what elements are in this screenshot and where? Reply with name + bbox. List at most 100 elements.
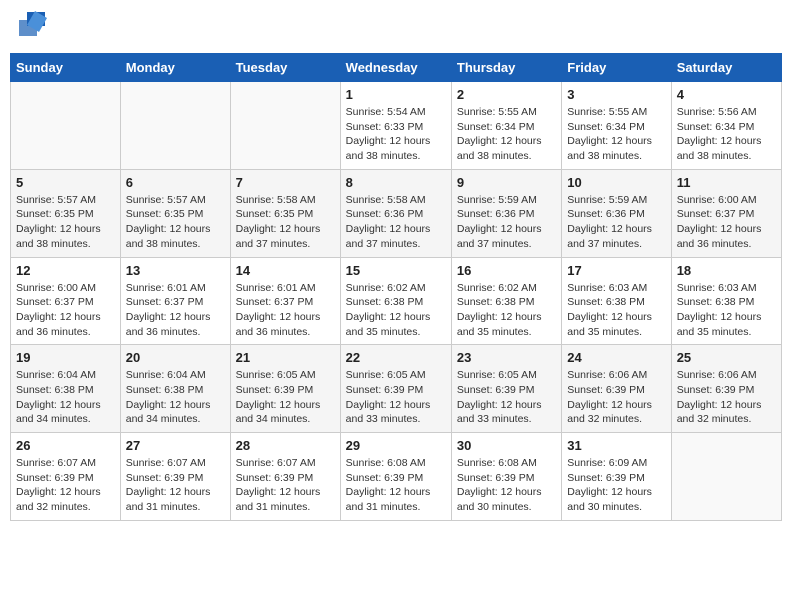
day-number: 21 <box>236 350 335 365</box>
calendar-cell: 3 Sunrise: 5:55 AM Sunset: 6:34 PM Daylig… <box>562 82 671 170</box>
logo <box>15 10 47 43</box>
day-info: Sunrise: 5:59 AM Sunset: 6:36 PM Dayligh… <box>457 193 556 252</box>
calendar-cell: 27 Sunrise: 6:07 AM Sunset: 6:39 PM Dayli… <box>120 433 230 521</box>
weekday-header-saturday: Saturday <box>671 54 781 82</box>
calendar-cell: 16 Sunrise: 6:02 AM Sunset: 6:38 PM Dayli… <box>451 257 561 345</box>
calendar-cell: 6 Sunrise: 5:57 AM Sunset: 6:35 PM Daylig… <box>120 169 230 257</box>
day-number: 29 <box>346 438 446 453</box>
day-number: 11 <box>677 175 776 190</box>
day-number: 19 <box>16 350 115 365</box>
day-info: Sunrise: 6:05 AM Sunset: 6:39 PM Dayligh… <box>457 368 556 427</box>
day-info: Sunrise: 6:02 AM Sunset: 6:38 PM Dayligh… <box>457 281 556 340</box>
day-number: 10 <box>567 175 665 190</box>
day-info: Sunrise: 6:00 AM Sunset: 6:37 PM Dayligh… <box>16 281 115 340</box>
calendar-cell: 29 Sunrise: 6:08 AM Sunset: 6:39 PM Dayli… <box>340 433 451 521</box>
day-number: 6 <box>126 175 225 190</box>
day-number: 17 <box>567 263 665 278</box>
calendar-cell: 14Sunrise: 6:01 AM Sunset: 6:37 PM Dayli… <box>230 257 340 345</box>
day-info: Sunrise: 6:03 AM Sunset: 6:38 PM Dayligh… <box>567 281 665 340</box>
day-number: 23 <box>457 350 556 365</box>
calendar-cell: 13Sunrise: 6:01 AM Sunset: 6:37 PM Dayli… <box>120 257 230 345</box>
day-number: 7 <box>236 175 335 190</box>
day-number: 26 <box>16 438 115 453</box>
calendar-cell: 24 Sunrise: 6:06 AM Sunset: 6:39 PM Dayli… <box>562 345 671 433</box>
calendar-cell: 1Sunrise: 5:54 AM Sunset: 6:33 PM Daylig… <box>340 82 451 170</box>
day-number: 20 <box>126 350 225 365</box>
logo-icon <box>17 10 47 38</box>
day-info: Sunrise: 6:05 AM Sunset: 6:39 PM Dayligh… <box>346 368 446 427</box>
calendar-cell: 19 Sunrise: 6:04 AM Sunset: 6:38 PM Dayli… <box>11 345 121 433</box>
day-info: Sunrise: 5:54 AM Sunset: 6:33 PM Dayligh… <box>346 105 446 164</box>
day-number: 30 <box>457 438 556 453</box>
calendar-week-4: 19 Sunrise: 6:04 AM Sunset: 6:38 PM Dayli… <box>11 345 782 433</box>
day-info: Sunrise: 6:08 AM Sunset: 6:39 PM Dayligh… <box>346 456 446 515</box>
day-info: Sunrise: 6:01 AM Sunset: 6:37 PM Dayligh… <box>126 281 225 340</box>
calendar-cell: 7Sunrise: 5:58 AM Sunset: 6:35 PM Daylig… <box>230 169 340 257</box>
calendar-cell: 30 Sunrise: 6:08 AM Sunset: 6:39 PM Dayli… <box>451 433 561 521</box>
calendar-cell: 4 Sunrise: 5:56 AM Sunset: 6:34 PM Daylig… <box>671 82 781 170</box>
calendar-cell: 5Sunrise: 5:57 AM Sunset: 6:35 PM Daylig… <box>11 169 121 257</box>
calendar-cell: 20 Sunrise: 6:04 AM Sunset: 6:38 PM Dayli… <box>120 345 230 433</box>
day-info: Sunrise: 5:55 AM Sunset: 6:34 PM Dayligh… <box>567 105 665 164</box>
day-info: Sunrise: 6:05 AM Sunset: 6:39 PM Dayligh… <box>236 368 335 427</box>
day-number: 3 <box>567 87 665 102</box>
calendar-cell: 11 Sunrise: 6:00 AM Sunset: 6:37 PM Dayli… <box>671 169 781 257</box>
day-info: Sunrise: 6:06 AM Sunset: 6:39 PM Dayligh… <box>567 368 665 427</box>
day-number: 5 <box>16 175 115 190</box>
day-info: Sunrise: 6:07 AM Sunset: 6:39 PM Dayligh… <box>16 456 115 515</box>
day-info: Sunrise: 6:04 AM Sunset: 6:38 PM Dayligh… <box>16 368 115 427</box>
day-info: Sunrise: 5:56 AM Sunset: 6:34 PM Dayligh… <box>677 105 776 164</box>
weekday-header-wednesday: Wednesday <box>340 54 451 82</box>
calendar-cell: 31 Sunrise: 6:09 AM Sunset: 6:39 PM Dayli… <box>562 433 671 521</box>
calendar-cell <box>230 82 340 170</box>
calendar-cell: 28 Sunrise: 6:07 AM Sunset: 6:39 PM Dayli… <box>230 433 340 521</box>
calendar-cell: 21 Sunrise: 6:05 AM Sunset: 6:39 PM Dayli… <box>230 345 340 433</box>
calendar-week-5: 26 Sunrise: 6:07 AM Sunset: 6:39 PM Dayli… <box>11 433 782 521</box>
day-info: Sunrise: 5:58 AM Sunset: 6:36 PM Dayligh… <box>346 193 446 252</box>
day-number: 27 <box>126 438 225 453</box>
weekday-header-tuesday: Tuesday <box>230 54 340 82</box>
calendar-cell: 8 Sunrise: 5:58 AM Sunset: 6:36 PM Daylig… <box>340 169 451 257</box>
calendar-cell: 17 Sunrise: 6:03 AM Sunset: 6:38 PM Dayli… <box>562 257 671 345</box>
calendar-cell: 26 Sunrise: 6:07 AM Sunset: 6:39 PM Dayli… <box>11 433 121 521</box>
day-number: 12 <box>16 263 115 278</box>
day-info: Sunrise: 5:55 AM Sunset: 6:34 PM Dayligh… <box>457 105 556 164</box>
day-info: Sunrise: 6:03 AM Sunset: 6:38 PM Dayligh… <box>677 281 776 340</box>
calendar-cell: 2Sunrise: 5:55 AM Sunset: 6:34 PM Daylig… <box>451 82 561 170</box>
day-number: 31 <box>567 438 665 453</box>
day-info: Sunrise: 6:06 AM Sunset: 6:39 PM Dayligh… <box>677 368 776 427</box>
day-info: Sunrise: 6:02 AM Sunset: 6:38 PM Dayligh… <box>346 281 446 340</box>
day-number: 28 <box>236 438 335 453</box>
calendar-week-3: 12 Sunrise: 6:00 AM Sunset: 6:37 PM Dayli… <box>11 257 782 345</box>
day-number: 4 <box>677 87 776 102</box>
calendar-cell: 22 Sunrise: 6:05 AM Sunset: 6:39 PM Dayli… <box>340 345 451 433</box>
calendar-cell <box>671 433 781 521</box>
weekday-header-friday: Friday <box>562 54 671 82</box>
day-info: Sunrise: 6:07 AM Sunset: 6:39 PM Dayligh… <box>126 456 225 515</box>
day-number: 18 <box>677 263 776 278</box>
weekday-header-thursday: Thursday <box>451 54 561 82</box>
day-info: Sunrise: 6:09 AM Sunset: 6:39 PM Dayligh… <box>567 456 665 515</box>
day-info: Sunrise: 5:57 AM Sunset: 6:35 PM Dayligh… <box>126 193 225 252</box>
calendar-cell: 18 Sunrise: 6:03 AM Sunset: 6:38 PM Dayli… <box>671 257 781 345</box>
weekday-header-sunday: Sunday <box>11 54 121 82</box>
day-info: Sunrise: 6:04 AM Sunset: 6:38 PM Dayligh… <box>126 368 225 427</box>
day-number: 9 <box>457 175 556 190</box>
day-info: Sunrise: 6:00 AM Sunset: 6:37 PM Dayligh… <box>677 193 776 252</box>
calendar-cell: 25 Sunrise: 6:06 AM Sunset: 6:39 PM Dayli… <box>671 345 781 433</box>
day-number: 8 <box>346 175 446 190</box>
day-number: 24 <box>567 350 665 365</box>
day-info: Sunrise: 5:59 AM Sunset: 6:36 PM Dayligh… <box>567 193 665 252</box>
day-info: Sunrise: 6:01 AM Sunset: 6:37 PM Dayligh… <box>236 281 335 340</box>
day-number: 16 <box>457 263 556 278</box>
calendar-week-2: 5 Sunrise: 5:57 AM Sunset: 6:35 PM Daylig… <box>11 169 782 257</box>
day-info: Sunrise: 6:07 AM Sunset: 6:39 PM Dayligh… <box>236 456 335 515</box>
day-info: Sunrise: 6:08 AM Sunset: 6:39 PM Dayligh… <box>457 456 556 515</box>
day-number: 22 <box>346 350 446 365</box>
calendar-cell: 10 Sunrise: 5:59 AM Sunset: 6:36 PM Dayli… <box>562 169 671 257</box>
calendar-cell <box>120 82 230 170</box>
day-number: 15 <box>346 263 446 278</box>
day-number: 25 <box>677 350 776 365</box>
calendar-cell: 9 Sunrise: 5:59 AM Sunset: 6:36 PM Daylig… <box>451 169 561 257</box>
calendar-cell: 12 Sunrise: 6:00 AM Sunset: 6:37 PM Dayli… <box>11 257 121 345</box>
